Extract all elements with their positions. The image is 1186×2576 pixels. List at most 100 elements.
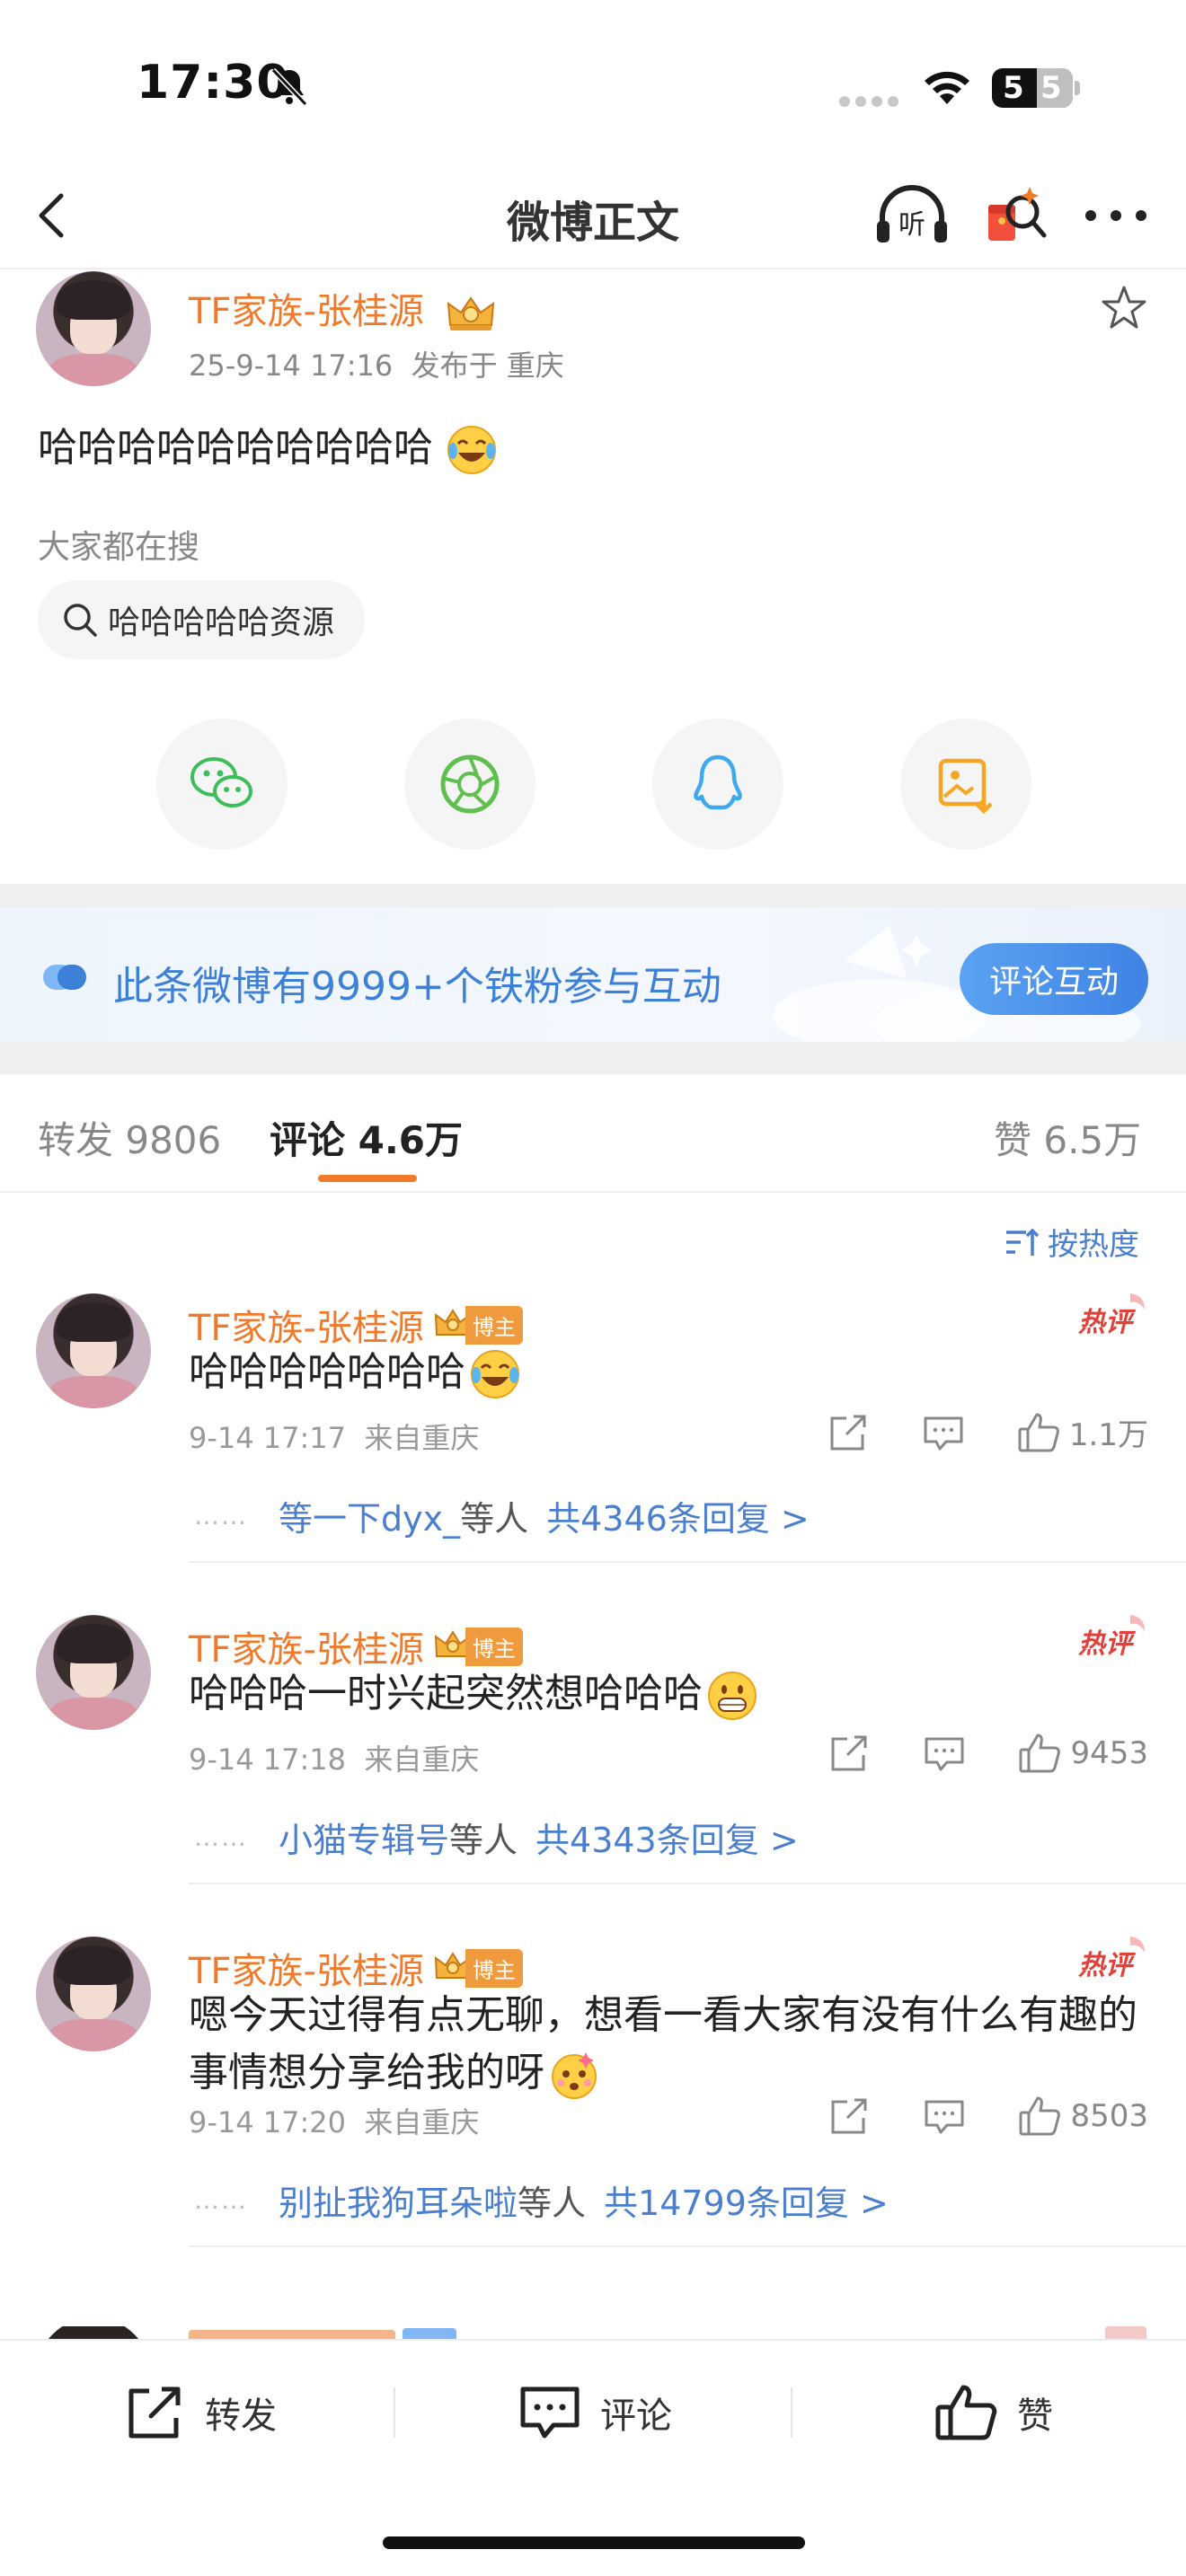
reply-mid: 等人: [449, 1821, 518, 1860]
comment-reply-button[interactable]: [923, 2095, 966, 2138]
thumbs-up-icon: [1019, 2096, 1061, 2136]
comment-replies-link[interactable]: …… 小猫专辑号 等人 共4343条回复 >: [194, 1813, 799, 1862]
share-icon: [831, 2098, 867, 2134]
bottom-comment-label: 评论: [600, 2395, 672, 2437]
comment-divider: [189, 1561, 1186, 1563]
reply-count[interactable]: 共4346条回复 >: [546, 1491, 810, 1540]
fan-interaction-banner[interactable]: 此条微博有9999+个铁粉参与互动 评论互动: [0, 907, 1186, 1042]
bottom-repost-button[interactable]: 转发: [122, 2382, 277, 2443]
tab-like[interactable]: 赞 6.5万: [994, 1110, 1141, 1165]
post-author-name[interactable]: TF家族-张桂源: [189, 282, 497, 334]
reply-names[interactable]: 别扯我狗耳朵啦: [279, 2175, 518, 2225]
comment-text-body: 哈哈哈哈哈哈哈: [189, 1349, 465, 1395]
comment-meta: 9-14 17:20 来自重庆: [189, 2100, 479, 2141]
comment-like-button[interactable]: 9453: [1018, 1732, 1148, 1775]
bottom-like-button[interactable]: 赞: [934, 2382, 1053, 2443]
fan-banner-text: 此条微博有9999+个铁粉参与互动: [113, 964, 721, 1010]
battery-icon: 55: [992, 68, 1073, 108]
hot-comment-tag-icon: 热评: [1077, 1936, 1145, 1981]
reply-mid: 等人: [460, 1499, 529, 1539]
tab-repost[interactable]: 转发 9806: [38, 1110, 221, 1165]
commenter-avatar[interactable]: [36, 1615, 151, 1730]
post-meta: 25-9-14 17:16 发布于 重庆: [189, 343, 564, 384]
hot-search-chip[interactable]: 哈哈哈哈哈资源: [38, 580, 366, 659]
reply-mid: 等人: [518, 2183, 587, 2223]
comment-time: 9-14 17:20: [189, 2105, 347, 2139]
listen-label: 听: [898, 209, 925, 241]
comment-location: 来自重庆: [364, 2105, 480, 2139]
wifi-icon: [925, 71, 969, 104]
thumbs-up-icon: [1018, 1413, 1059, 1451]
reply-names[interactable]: 等一下dyx_: [279, 1491, 460, 1540]
grin-emoji-icon: [708, 1672, 757, 1720]
comment-like-button[interactable]: 1.1万: [1017, 1410, 1148, 1454]
post-text: 哈哈哈哈哈哈哈哈哈哈: [38, 425, 433, 471]
hot-comment-tag-icon: 热评: [1077, 1293, 1145, 1338]
comment-share-button[interactable]: [827, 1411, 870, 1454]
nav-bar: 微博正文 听: [0, 162, 1186, 269]
wechat-icon: [190, 757, 252, 807]
share-moments-button[interactable]: [404, 719, 535, 850]
thumbs-up-icon: [935, 2385, 997, 2440]
save-image-icon: [938, 758, 993, 815]
post-date: 25-9-14 17:16: [189, 348, 394, 383]
comment-icon: [520, 2386, 580, 2439]
qq-icon: [694, 754, 742, 810]
sort-label: 按热度: [1048, 1227, 1139, 1263]
comment-reply-button[interactable]: [923, 1732, 966, 1775]
section-divider: [0, 1042, 1186, 1074]
comment-share-button[interactable]: [828, 1732, 871, 1775]
post-tabs: 转发 9806 评论 4.6万 赞 6.5万: [0, 1074, 1186, 1193]
blogger-badge-label: 博主: [465, 1305, 523, 1345]
post-author-label[interactable]: TF家族-张桂源: [189, 291, 424, 332]
moments-icon: [440, 754, 500, 814]
comment-like-button[interactable]: 8503: [1018, 2095, 1148, 2138]
comment-time: 9-14 17:18: [189, 1742, 347, 1777]
comment-interact-button[interactable]: 评论互动: [960, 943, 1148, 1015]
cute-emoji-icon: [552, 2052, 597, 2099]
comment-text: 哈哈哈哈哈哈哈: [189, 1344, 1141, 1401]
comment-actions: 1.1万: [827, 1410, 1148, 1454]
home-indicator[interactable]: [383, 2536, 805, 2549]
more-icon[interactable]: [1082, 198, 1150, 234]
comment-time: 9-14 17:17: [189, 1421, 347, 1455]
sort-by-hot-button[interactable]: 按热度: [1003, 1220, 1139, 1264]
comment-replies-link[interactable]: …… 别扯我狗耳朵啦 等人 共14799条回复 >: [194, 2175, 889, 2225]
commenter-avatar[interactable]: [36, 1936, 151, 2051]
bottom-separator: [791, 2387, 792, 2438]
comment-text-body: 哈哈哈一时兴起突然想哈哈哈: [189, 1671, 703, 1716]
laugh-cry-emoji-icon: [471, 1350, 519, 1398]
share-qq-button[interactable]: [652, 719, 783, 850]
reply-count[interactable]: 共4343条回复 >: [535, 1813, 799, 1862]
bottom-comment-button[interactable]: 评论: [518, 2382, 672, 2443]
battery-tip: [1075, 81, 1080, 95]
share-wechat-button[interactable]: [156, 719, 288, 850]
status-time: 17:30: [137, 56, 290, 110]
comment-text: 哈哈哈一时兴起突然想哈哈哈: [189, 1665, 1141, 1723]
search-icon: [64, 604, 97, 637]
red-packet-search-icon[interactable]: [981, 181, 1049, 250]
tab-comment[interactable]: 评论 4.6万: [270, 1110, 463, 1165]
save-image-button[interactable]: [900, 719, 1031, 850]
commenter-avatar[interactable]: [36, 1293, 151, 1408]
comment-share-button[interactable]: [828, 2095, 871, 2138]
reply-icon: [925, 1737, 964, 1771]
favorite-star-icon[interactable]: [1100, 284, 1148, 332]
reply-count[interactable]: 共14799条回复 >: [604, 2175, 889, 2225]
comment-divider: [189, 2245, 1186, 2247]
comment-actions: 9453: [828, 1732, 1148, 1775]
tab-active-indicator: [318, 1175, 417, 1182]
hot-comment-label: 热评: [1077, 1307, 1137, 1338]
comment-reply-button[interactable]: [922, 1411, 965, 1454]
reply-icon: [925, 2100, 964, 2134]
comment-text: 嗯今天过得有点无聊，想看一看大家有没有什么有趣的事情想分享给我的呀: [189, 1987, 1141, 2102]
cellular-signal-icon: [839, 93, 904, 110]
bottom-action-bar: 转发 评论 赞: [0, 2339, 1186, 2483]
comment-replies-link[interactable]: …… 等一下dyx_ 等人 共4346条回复 >: [194, 1491, 810, 1540]
listen-headphone-icon[interactable]: 听: [873, 181, 951, 250]
author-avatar[interactable]: [36, 271, 151, 386]
partial-next-comment: [0, 2326, 1186, 2339]
reply-names[interactable]: 小猫专辑号: [279, 1813, 449, 1862]
repost-icon: [128, 2386, 181, 2439]
comment-like-count: 8503: [1070, 2098, 1148, 2134]
